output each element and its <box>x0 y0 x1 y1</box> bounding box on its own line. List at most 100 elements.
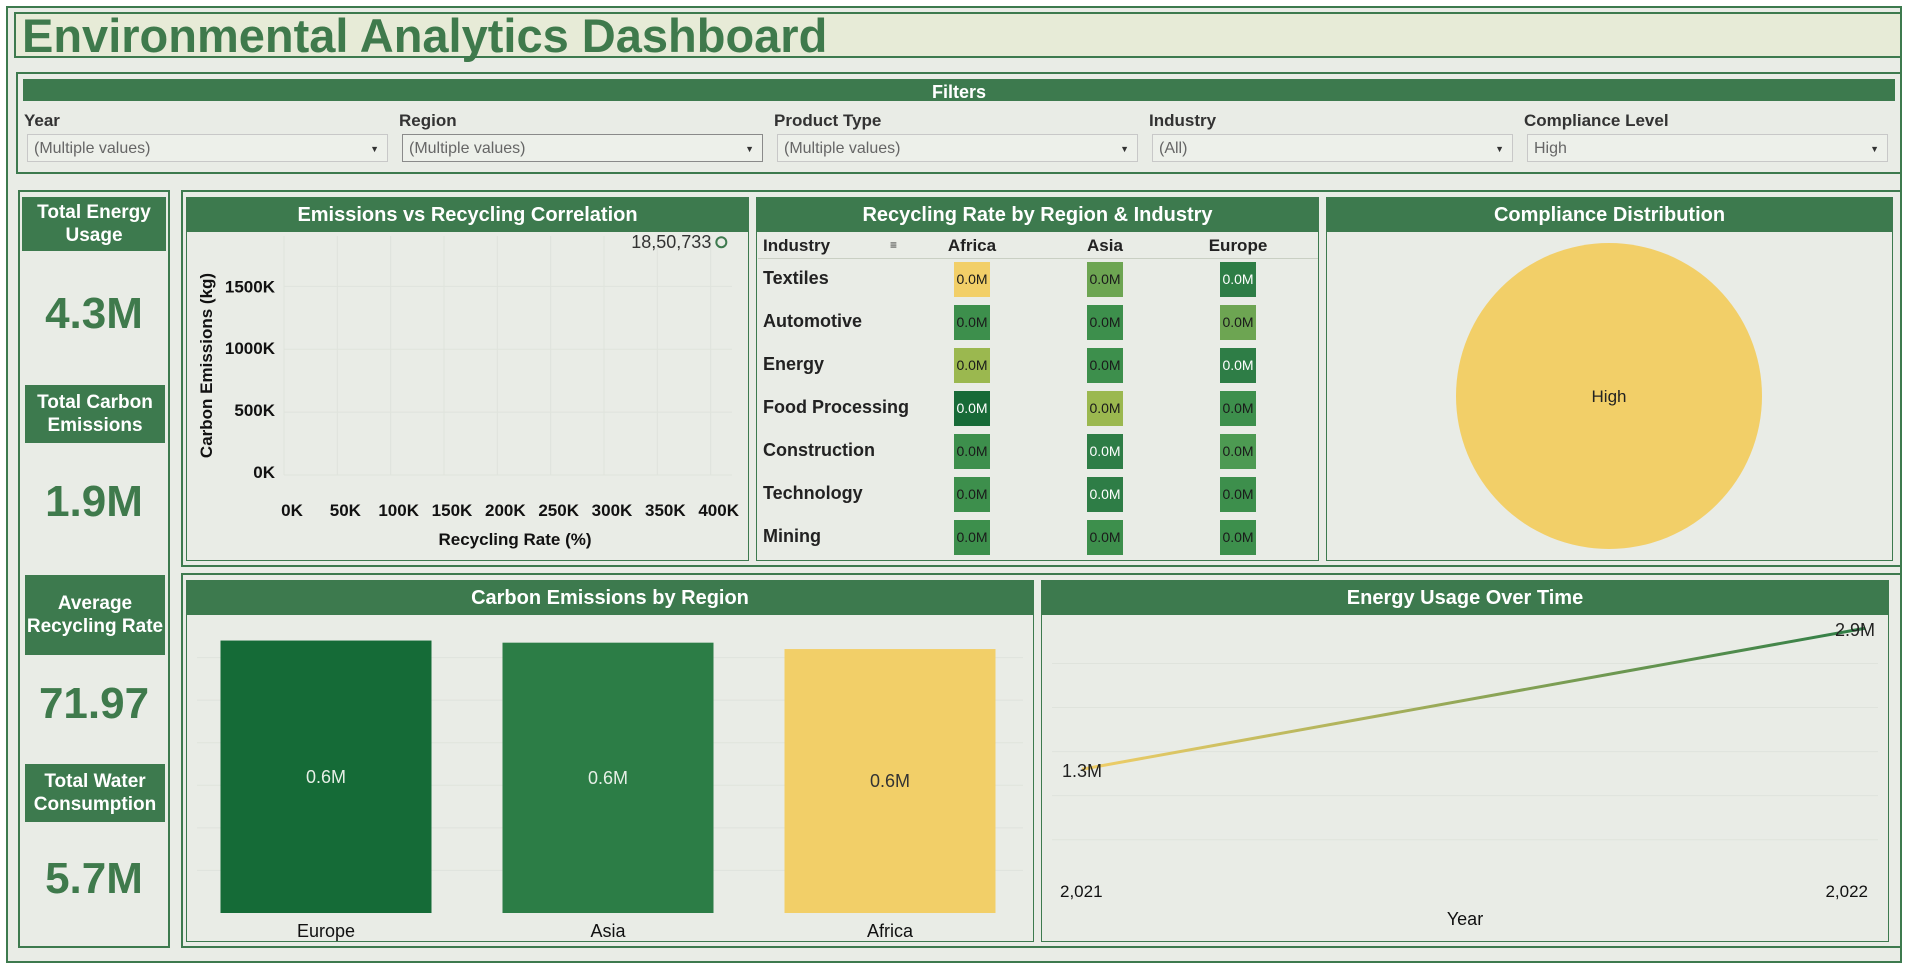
filter-dropdown[interactable]: (Multiple values) ▼ <box>777 134 1138 162</box>
heatmap-cell[interactable]: 0.0M <box>1220 262 1256 297</box>
heatmap-cell[interactable]: 0.0M <box>1087 434 1123 469</box>
pie-chart: High <box>1456 243 1762 549</box>
heatmap-panel: Recycling Rate by Region & Industry Indu… <box>756 197 1319 561</box>
heatmap-cell[interactable]: 0.0M <box>1087 348 1123 383</box>
heatmap-cell[interactable]: 0.0M <box>954 262 990 297</box>
dropdown-caret-icon[interactable]: ▼ <box>1120 135 1129 163</box>
x-tick-label: 100K <box>378 501 419 520</box>
y-tick-label: 1000K <box>225 339 276 358</box>
filter-label: Region <box>399 111 457 130</box>
filter-2: Product Type (Multiple values) ▼ <box>774 110 1138 162</box>
heatmap-row-label: Automotive <box>763 311 862 331</box>
kpi-value: 5.7M <box>45 854 143 903</box>
x-tick-label: 350K <box>645 501 686 520</box>
heatmap-row-label: Textiles <box>763 268 829 288</box>
heatmap-cell[interactable]: 0.0M <box>954 348 990 383</box>
x-tick-label: 2,021 <box>1060 882 1103 901</box>
heatmap-cell[interactable]: 0.0M <box>954 391 990 426</box>
heatmap-row-label: Mining <box>763 526 821 546</box>
filter-value: (Multiple values) <box>409 140 526 157</box>
dropdown-caret-icon[interactable]: ▼ <box>370 135 379 163</box>
dropdown-caret-icon[interactable]: ▼ <box>1495 135 1504 163</box>
scatter-point[interactable] <box>715 236 728 249</box>
filter-dropdown[interactable]: (All) ▼ <box>1152 134 1513 162</box>
pie-slice-label: High <box>1592 387 1627 406</box>
x-tick-label: 400K <box>698 501 739 520</box>
heatmap-cell[interactable]: 0.0M <box>1220 348 1256 383</box>
heatmap-column-header: Asia <box>1087 236 1123 255</box>
kpi-value: 4.3M <box>45 289 143 338</box>
pie-panel: Compliance Distribution High <box>1326 197 1893 561</box>
y-axis-label: Carbon Emissions (kg) <box>197 273 216 458</box>
kpi-label: Average Recycling Rate <box>25 575 165 655</box>
pie-title: Compliance Distribution <box>1327 198 1892 232</box>
heatmap-cell[interactable]: 0.0M <box>1087 520 1123 555</box>
dropdown-caret-icon[interactable]: ▼ <box>745 135 754 163</box>
filter-dropdown[interactable]: High ▼ <box>1527 134 1888 162</box>
x-tick-label: 300K <box>592 501 633 520</box>
line-point-label: 1.3M <box>1062 761 1102 781</box>
kpi-label: Total Energy Usage <box>22 197 166 251</box>
heatmap-cell[interactable]: 0.0M <box>954 520 990 555</box>
filter-value: (Multiple values) <box>784 140 901 157</box>
bar-category-label: Africa <box>867 921 914 941</box>
line-panel: Energy Usage Over Time 1.3M 2.9M 2,021 2,02… <box>1041 580 1889 942</box>
heatmap-row-header: Industry <box>763 236 831 255</box>
bar-value-label: 0.6M <box>306 767 346 787</box>
heatmap-cell[interactable]: 0.0M <box>1087 477 1123 512</box>
filter-label: Year <box>24 111 60 130</box>
heatmap-cell[interactable]: 0.0M <box>1087 391 1123 426</box>
x-tick-label: 2,022 <box>1825 882 1868 901</box>
heatmap-cell[interactable]: 0.0M <box>954 305 990 340</box>
sort-descending-icon[interactable]: ≡ <box>890 238 897 252</box>
scatter-panel: Emissions vs Recycling Correlation 0K 50K… <box>186 197 749 561</box>
line-point-label: 2.9M <box>1835 620 1875 640</box>
bar-value-label: 0.6M <box>588 768 628 788</box>
heatmap-cell[interactable]: 0.0M <box>1220 477 1256 512</box>
heatmap-cell[interactable]: 0.0M <box>954 477 990 512</box>
heatmap-cell[interactable]: 0.0M <box>1220 391 1256 426</box>
bar-chart: 0.6M Europe 0.6M Asia 0.6M Africa <box>197 640 1023 941</box>
kpi-label: Total Water Consumption <box>25 764 165 822</box>
filter-4: Compliance Level High ▼ <box>1524 110 1888 162</box>
scatter-title: Emissions vs Recycling Correlation <box>187 198 748 232</box>
filter-value: (All) <box>1159 140 1188 157</box>
x-tick-label: 150K <box>432 501 473 520</box>
filter-value: High <box>1534 140 1567 157</box>
heatmap-cell[interactable]: 0.0M <box>1087 262 1123 297</box>
dropdown-caret-icon[interactable]: ▼ <box>1870 135 1879 163</box>
x-tick-label: 0K <box>281 501 303 520</box>
filter-1: Region (Multiple values) ▼ <box>399 110 763 162</box>
y-tick-label: 500K <box>234 401 275 420</box>
y-tick-label: 1500K <box>225 277 276 296</box>
filter-0: Year (Multiple values) ▼ <box>24 110 388 162</box>
kpi-value: 71.97 <box>38 679 150 728</box>
scatter-chart: 0K 50K 100K 150K 200K 250K 300K 350K 400K 0K 500K 1… <box>197 232 740 549</box>
filter-3: Industry (All) ▼ <box>1149 110 1513 162</box>
title-bar: Environmental Analytics Dashboard <box>14 11 1902 61</box>
x-tick-label: 250K <box>538 501 579 520</box>
kpi-label: Total Carbon Emissions <box>25 385 165 443</box>
heatmap-header-divider <box>758 258 1318 259</box>
x-tick-label: 50K <box>330 501 362 520</box>
filter-dropdown[interactable]: (Multiple values) ▼ <box>402 134 763 162</box>
x-axis-label: Year <box>1447 909 1483 929</box>
heatmap-row-label: Food Processing <box>763 397 910 417</box>
bar-category-label: Europe <box>297 921 355 941</box>
filter-dropdown[interactable]: (Multiple values) ▼ <box>27 134 388 162</box>
energy-series-line[interactable] <box>1081 626 1866 771</box>
heatmap-cell[interactable]: 0.0M <box>954 434 990 469</box>
heatmap-cell[interactable]: 0.0M <box>1087 305 1123 340</box>
filter-label: Product Type <box>774 111 882 130</box>
bar-title: Carbon Emissions by Region <box>187 581 1033 615</box>
heatmap-row-label: Construction <box>763 440 875 460</box>
line-chart: 1.3M 2.9M 2,021 2,022 Year <box>1052 620 1878 929</box>
y-tick-label: 0K <box>253 463 275 482</box>
kpi-value: 1.9M <box>45 477 143 526</box>
heatmap-cell[interactable]: 0.0M <box>1220 305 1256 340</box>
filters-heading: Filters <box>23 79 1895 102</box>
heatmap-cell[interactable]: 0.0M <box>1220 434 1256 469</box>
heatmap-cell[interactable]: 0.0M <box>1220 520 1256 555</box>
filter-label: Industry <box>1149 111 1217 130</box>
filters-panel: Filters Year (Multiple values) ▼ Region (Mul… <box>16 72 1902 174</box>
